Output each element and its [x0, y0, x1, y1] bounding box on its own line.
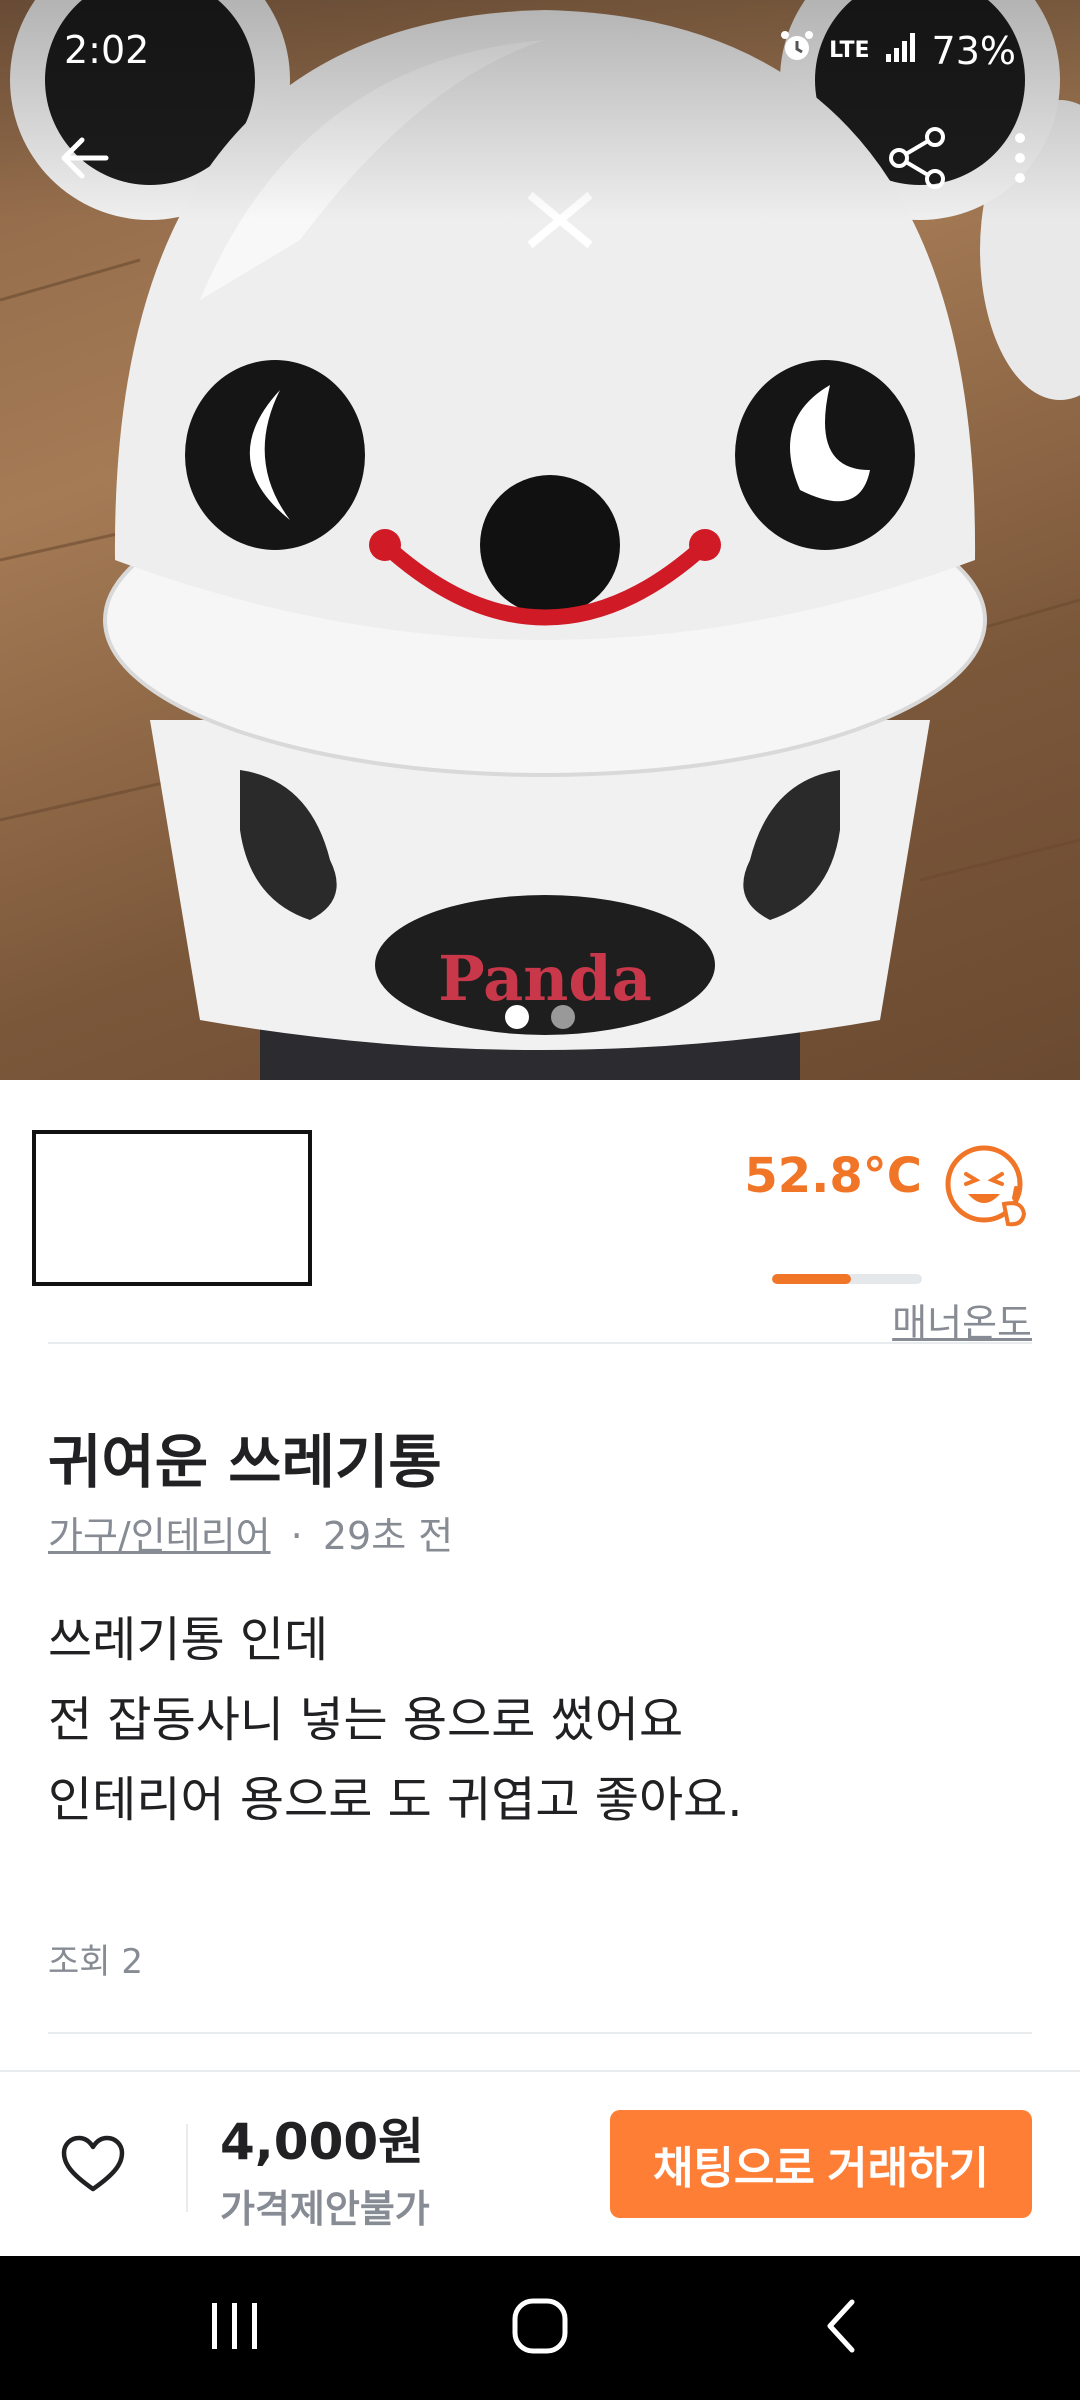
laughing-face-icon — [942, 1142, 1032, 1232]
chevron-left-icon — [822, 2298, 858, 2358]
seller-profile-box[interactable] — [32, 1130, 312, 1286]
top-action-bar — [0, 110, 1080, 210]
divider — [48, 1342, 1032, 1344]
manner-temp-bar — [772, 1274, 922, 1284]
system-back-button[interactable] — [770, 2256, 910, 2400]
manner-temperature[interactable]: 52.8°C 매너온도 — [732, 1142, 1032, 1345]
divider — [48, 2032, 1032, 2034]
home-icon — [511, 2297, 569, 2359]
price-negotiation-status: 가격제안불가 — [220, 2187, 430, 2231]
article-title: 귀여운 쓰레기통 — [48, 1428, 442, 1496]
carousel-dot-2[interactable] — [551, 1005, 575, 1029]
carousel-dot-1[interactable] — [505, 1005, 529, 1029]
chat-trade-button[interactable]: 채팅으로 거래하기 — [610, 2110, 1032, 2218]
vertical-separator — [186, 2124, 188, 2212]
meta-separator: · — [290, 1514, 303, 1558]
article-description: 쓰레기통 인데 전 잡동사니 넣는 용으로 썼어요 인테리어 용으로 도 귀엽고… — [48, 1600, 743, 1840]
carousel-indicator — [0, 1005, 1080, 1029]
manner-temp-bar-fill — [772, 1274, 852, 1284]
view-count: 조회 2 — [48, 1942, 143, 1982]
status-icons: LTE 73% — [779, 28, 1016, 73]
recent-apps-icon — [208, 2301, 262, 2355]
product-image[interactable]: Panda 2:02 LTE 73% — [0, 0, 1080, 1080]
article-meta: 가구/인테리어 · 29초 전 — [48, 1505, 453, 1560]
like-button[interactable] — [48, 2124, 138, 2210]
description-line: 쓰레기통 인데 — [48, 1612, 329, 1668]
share-button[interactable] — [868, 110, 968, 210]
arrow-left-icon — [54, 128, 114, 192]
status-bar: 2:02 LTE 73% — [0, 0, 1080, 100]
category-link[interactable]: 가구/인테리어 — [48, 1514, 271, 1558]
manner-temp-value: 52.8°C — [744, 1148, 922, 1204]
description-line: 인테리어 용으로 도 귀엽고 좋아요. — [48, 1772, 743, 1828]
seller-section: 52.8°C 매너온도 — [0, 1080, 1080, 1345]
lte-label: LTE — [829, 38, 870, 63]
battery-percent: 73% — [931, 28, 1016, 73]
home-button[interactable] — [470, 2256, 610, 2400]
bottom-action-bar: 4,000원 가격제안불가 채팅으로 거래하기 — [0, 2070, 1080, 2256]
alarm-icon — [779, 28, 815, 73]
more-options-button[interactable] — [970, 110, 1070, 210]
signal-icon — [884, 29, 918, 73]
time-ago: 29초 전 — [322, 1514, 454, 1558]
price: 4,000원 — [220, 2113, 425, 2171]
system-navigation-bar — [0, 2256, 1080, 2400]
back-button[interactable] — [34, 110, 134, 210]
share-icon — [885, 125, 951, 195]
status-time: 2:02 — [64, 28, 150, 72]
recent-apps-button[interactable] — [165, 2256, 305, 2400]
manner-temp-label[interactable]: 매너온도 — [892, 1292, 1032, 1347]
heart-icon — [60, 2135, 126, 2199]
description-line: 전 잡동사니 넣는 용으로 썼어요 — [48, 1692, 684, 1748]
more-vertical-icon — [1010, 128, 1030, 192]
